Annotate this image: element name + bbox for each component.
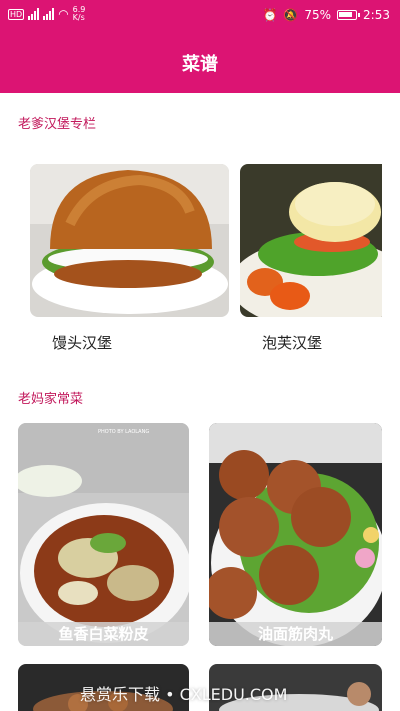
net-speed: 6.9 K/s: [73, 6, 86, 22]
recipe-card-mantou-burger[interactable]: [30, 164, 229, 317]
battery-icon: [337, 10, 361, 20]
recipe-label-fish-cabbage[interactable]: 鱼香白菜粉皮: [18, 622, 189, 646]
clock: 2:53: [363, 8, 390, 22]
status-bar: HD ◠ 6.9 K/s ⏰ 🔕 75% 2:53: [0, 0, 400, 34]
puff-burger-image: [240, 164, 382, 317]
alarm-icon: ⏰: [262, 8, 278, 22]
status-right: ⏰ 🔕 75% 2:53: [262, 8, 390, 22]
section-title-mom: 老妈家常菜: [18, 392, 84, 407]
signal-icon: [28, 8, 40, 20]
status-left: HD ◠ 6.9 K/s: [8, 6, 85, 22]
recipe-card-puff-burger[interactable]: [240, 164, 382, 317]
recipe-card-gluten-meatball[interactable]: 油面筋肉丸: [209, 423, 382, 646]
gluten-meatball-image: [209, 423, 382, 646]
mute-icon: 🔕: [283, 8, 299, 22]
recipe-label-mantou-burger[interactable]: 馒头汉堡: [52, 332, 112, 353]
app-header: HD ◠ 6.9 K/s ⏰ 🔕 75% 2:53 菜谱: [0, 0, 400, 93]
site-watermark: 悬赏乐下载 • CXLEDU.COM: [80, 685, 288, 704]
fish-cabbage-image: PHOTO BY LAOLANG: [18, 423, 189, 646]
mantou-burger-image: [30, 164, 229, 317]
section-title-dad: 老爹汉堡专栏: [18, 117, 97, 132]
recipe-label-puff-burger[interactable]: 泡芙汉堡: [262, 332, 322, 353]
battery-percent: 75%: [304, 8, 332, 22]
net-speed-unit: K/s: [72, 13, 85, 22]
photo-credit: PHOTO BY LAOLANG: [98, 429, 149, 435]
signal-icon-2: [43, 8, 55, 20]
page-title: 菜谱: [182, 54, 218, 75]
recipe-label-gluten-meatball[interactable]: 油面筋肉丸: [209, 622, 382, 646]
hd-icon: HD: [8, 8, 25, 20]
wifi-icon: ◠: [58, 7, 69, 21]
recipe-card-fish-cabbage[interactable]: PHOTO BY LAOLANG 鱼香白菜粉皮: [18, 423, 189, 646]
